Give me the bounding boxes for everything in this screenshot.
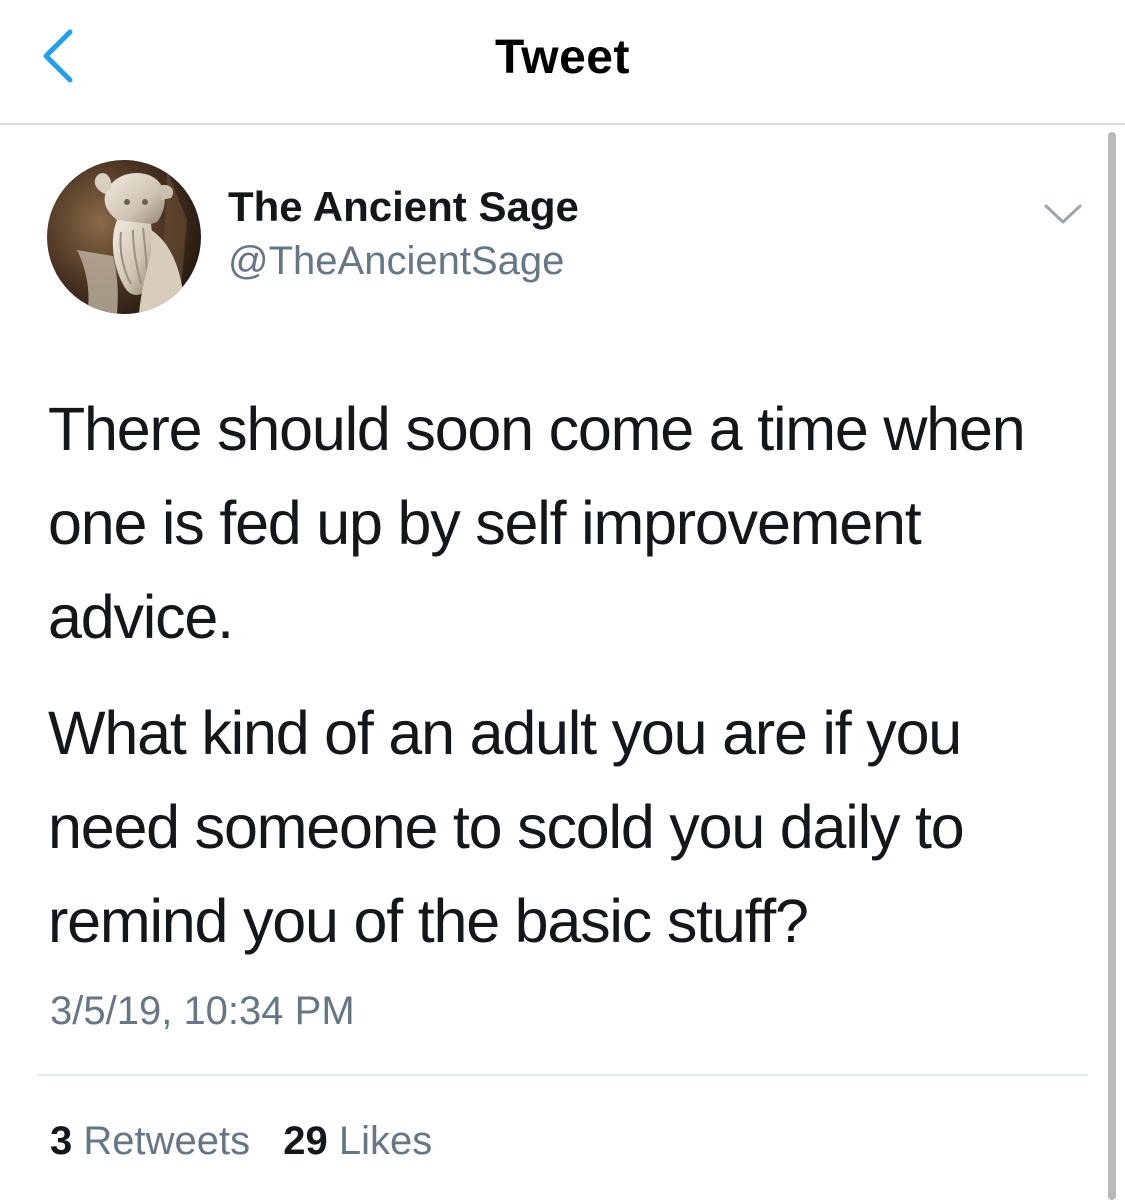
retweets-stat[interactable]: 3 Retweets (50, 1115, 250, 1167)
tweet-paragraph: What kind of an adult you are if you nee… (48, 686, 1088, 968)
tweet-menu-button[interactable] (1040, 196, 1086, 232)
likes-count: 29 (283, 1119, 328, 1163)
sage-statue-image (47, 160, 201, 314)
retweets-label: Retweets (83, 1119, 251, 1163)
divider (38, 1074, 1088, 1076)
tweet-timestamp: 3/5/19, 10:34 PM (50, 989, 355, 1033)
author-display-name[interactable]: The Ancient Sage (228, 182, 579, 232)
chevron-down-icon (1044, 204, 1082, 224)
author-handle[interactable]: @TheAncientSage (228, 236, 564, 286)
retweets-count: 3 (50, 1119, 73, 1163)
tweet-line: need someone to scold you daily to (48, 793, 965, 861)
tweet-line: remind you of the basic stuff? (48, 887, 809, 955)
tweet-stats: 3 Retweets 29 Likes (50, 1115, 432, 1167)
tweet-paragraph: There should soon come a time when one i… (48, 382, 1088, 664)
likes-stat[interactable]: 29 Likes (283, 1115, 432, 1167)
tweet-line: advice. (48, 583, 234, 651)
navigation-bar: Tweet (0, 0, 1125, 125)
tweet-line: What kind of an adult you are if you (48, 699, 962, 767)
tweet-text: There should soon come a time when one i… (48, 382, 1088, 968)
avatar[interactable] (47, 160, 201, 314)
scrollbar[interactable] (1108, 132, 1116, 1200)
page-title: Tweet (495, 31, 630, 84)
likes-label: Likes (338, 1119, 433, 1163)
tweet-line: There should soon come a time when (48, 395, 1026, 463)
tweet-line: one is fed up by self improvement (48, 489, 922, 557)
